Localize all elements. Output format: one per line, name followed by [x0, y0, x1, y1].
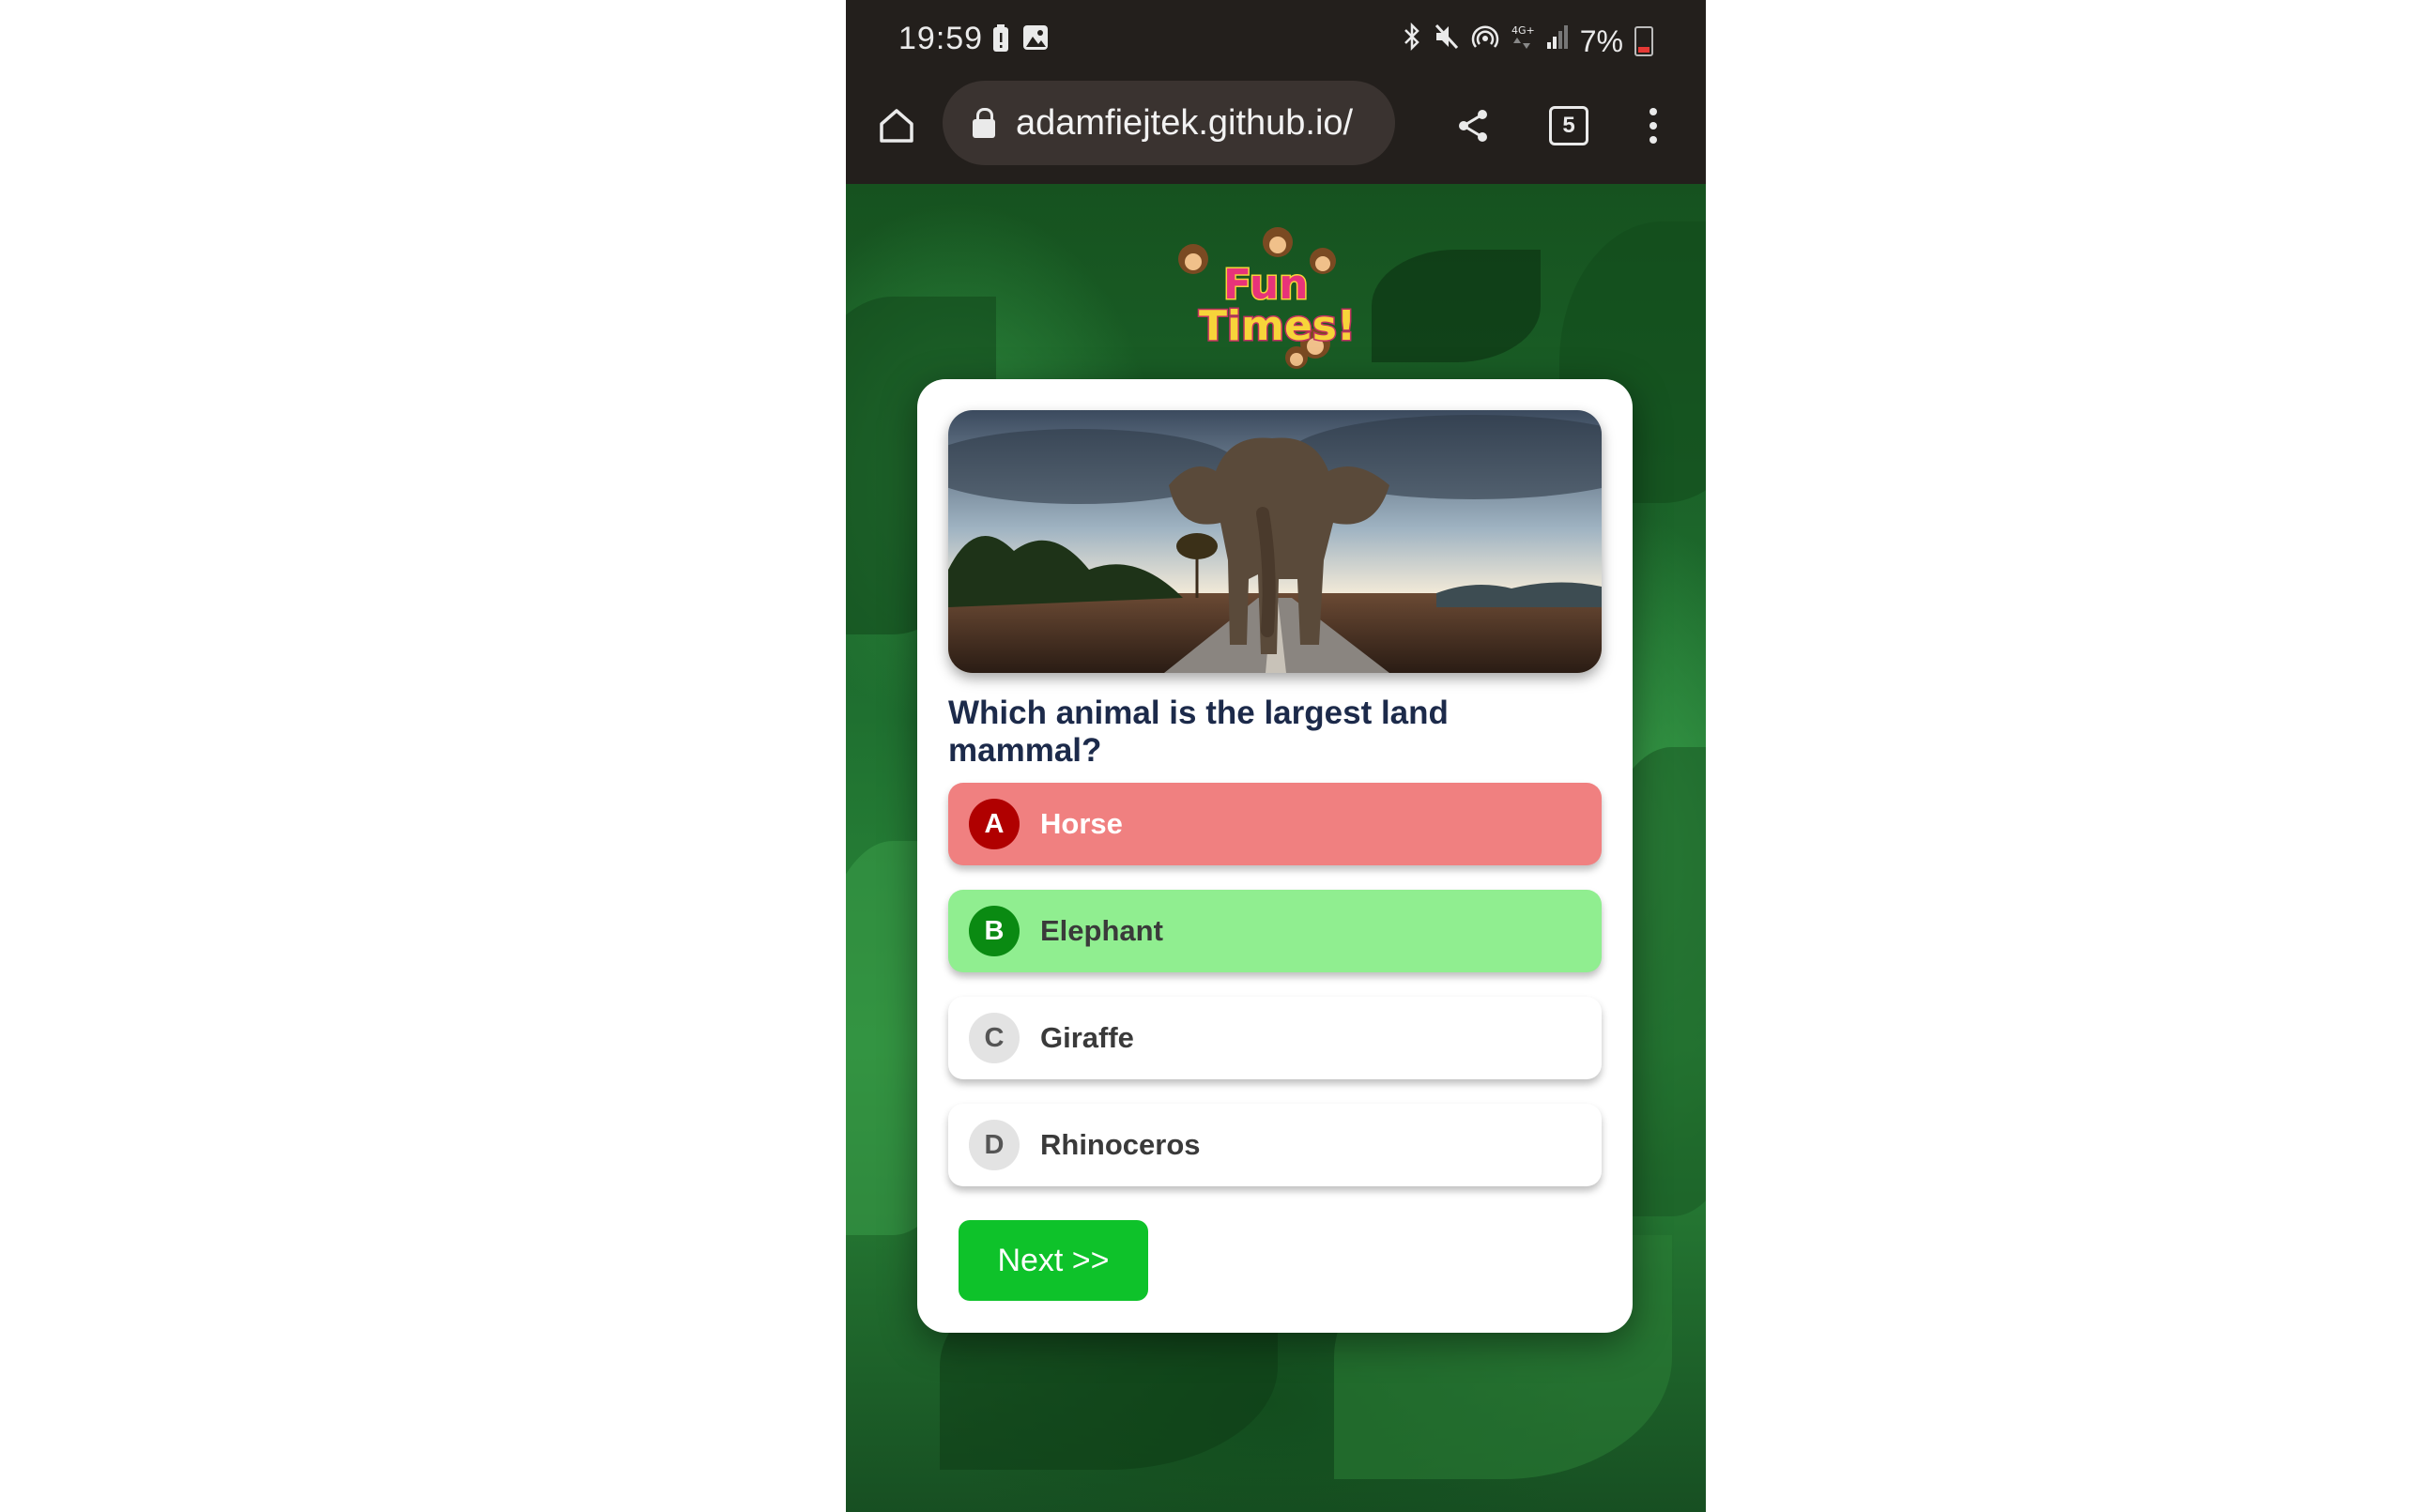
question-text: Which animal is the largest land mammal? — [948, 695, 1449, 769]
share-button[interactable] — [1445, 98, 1501, 154]
signal-icon — [1546, 23, 1569, 58]
option-letter: C — [969, 1013, 1020, 1063]
option-letter: A — [969, 799, 1020, 849]
status-bar: 19:59 4G+ 7% — [846, 0, 1706, 81]
next-button[interactable]: Next >> — [959, 1220, 1148, 1301]
option-letter: B — [969, 906, 1020, 956]
address-bar[interactable]: adamfiejtek.github.io/ — [943, 81, 1395, 165]
bluetooth-icon — [1402, 22, 1422, 59]
leaf-decoration — [1372, 250, 1541, 362]
question-image — [948, 410, 1602, 673]
home-icon — [880, 109, 913, 143]
browser-chrome: 19:59 4G+ 7% adamfiejtek.github.io/ 5 — [846, 0, 1706, 187]
option-label: Horse — [1040, 807, 1123, 840]
mute-icon — [1434, 23, 1460, 59]
status-time: 19:59 — [898, 21, 984, 56]
status-left-icons — [992, 24, 1049, 61]
option-label: Rhinoceros — [1040, 1128, 1201, 1161]
answer-option-b[interactable]: B Elephant — [948, 890, 1602, 972]
image-icon — [1022, 24, 1049, 61]
quiz-card: Which animal is the largest land mammal?… — [917, 379, 1633, 1333]
phone-screen: 19:59 4G+ 7% adamfiejtek.github.io/ 5 Fu… — [846, 0, 1706, 1512]
tab-count: 5 — [1549, 106, 1588, 145]
fun-times-logo: Fun Times! — [1165, 221, 1390, 372]
4g-icon: 4G+ — [1511, 23, 1535, 59]
browser-toolbar: adamfiejtek.github.io/ 5 — [846, 81, 1706, 175]
svg-text:4G+: 4G+ — [1511, 24, 1535, 37]
jungle-background: Fun Times! Which animal is the largest l… — [846, 184, 1706, 1512]
answer-option-a[interactable]: A Horse — [948, 783, 1602, 865]
share-icon — [1459, 110, 1487, 142]
lock-icon — [973, 108, 995, 138]
battery-icon — [1634, 25, 1653, 56]
hotspot-icon — [1471, 23, 1499, 59]
battery-alert-icon — [992, 24, 1009, 61]
home-button[interactable] — [868, 98, 925, 154]
tab-switcher-button[interactable]: 5 — [1542, 99, 1595, 152]
option-label: Elephant — [1040, 914, 1163, 947]
option-label: Giraffe — [1040, 1021, 1134, 1054]
answer-option-d[interactable]: D Rhinoceros — [948, 1104, 1602, 1186]
answer-option-c[interactable]: C Giraffe — [948, 997, 1602, 1079]
option-letter: D — [969, 1120, 1020, 1170]
status-right-icons: 4G+ 7% — [1402, 22, 1653, 59]
svg-text:Times!: Times! — [1199, 302, 1356, 350]
url-text: adamfiejtek.github.io/ — [1016, 102, 1354, 143]
battery-percent: 7% — [1579, 23, 1623, 58]
overflow-menu-icon[interactable] — [1634, 98, 1672, 154]
